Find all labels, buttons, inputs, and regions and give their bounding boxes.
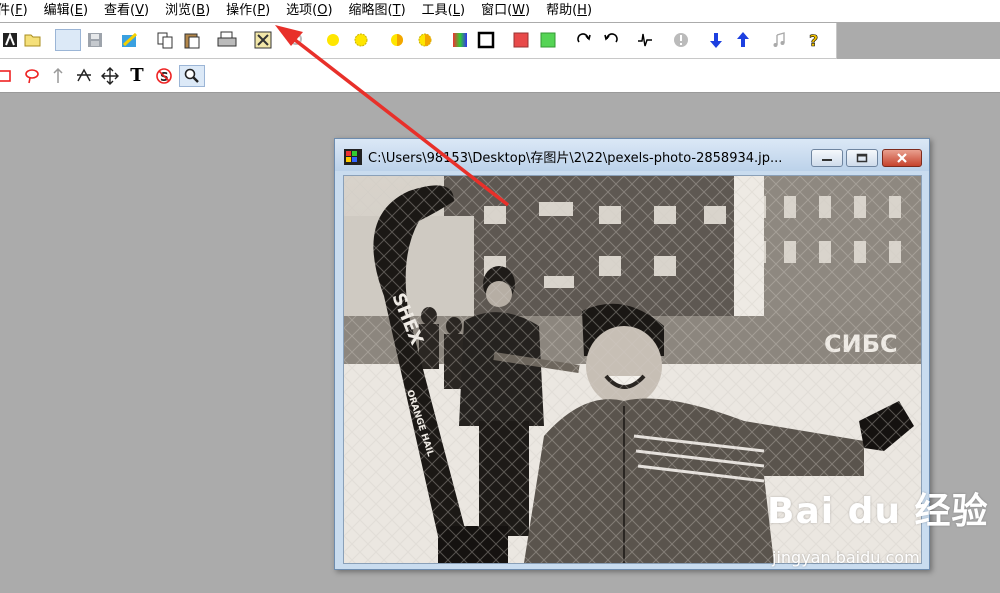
close-button[interactable] <box>882 149 922 167</box>
menu-item-8[interactable]: 窗口(W) <box>472 0 537 22</box>
menu-item-4[interactable]: 操作(P) <box>217 0 277 22</box>
arrow-down-icon[interactable] <box>705 29 727 51</box>
menu-item-5[interactable]: 选项(O) <box>277 0 339 22</box>
watermark-url: jingyan.baidu.com <box>772 548 920 567</box>
edit-image-icon[interactable] <box>119 29 141 51</box>
stamp-icon[interactable]: S <box>153 65 175 87</box>
restore-icon <box>856 153 868 163</box>
star-crop-icon[interactable] <box>73 65 95 87</box>
border-icon[interactable] <box>475 29 497 51</box>
contrast-down-icon[interactable] <box>414 29 436 51</box>
save-icon[interactable] <box>84 29 106 51</box>
minimize-icon <box>822 159 832 161</box>
contrast-up-icon[interactable] <box>386 29 408 51</box>
color-balance-icon[interactable] <box>449 29 471 51</box>
menu-item-0[interactable]: 件(F) <box>0 0 35 22</box>
menu-item-7[interactable]: 工具(L) <box>413 0 472 22</box>
info-icon[interactable] <box>670 29 692 51</box>
red-fill-icon[interactable] <box>510 29 532 51</box>
menu-item-3[interactable]: 浏览(B) <box>156 0 217 22</box>
magnifier-icon[interactable] <box>179 65 205 87</box>
image-window-titlebar[interactable]: C:\Users\98153\Desktop\存图片\2\22\pexels-p… <box>335 139 929 171</box>
watermark-logo: Bai du 经验 <box>767 491 989 532</box>
green-fill-icon[interactable] <box>537 29 559 51</box>
zoom-icon[interactable] <box>286 29 308 51</box>
menu-bar: 件(F) 编辑(E) 查看(V) 浏览(B) 操作(P) 选项(O) 缩略图(T) 工具(L)… <box>0 0 1000 22</box>
menu-item-1[interactable]: 编辑(E) <box>35 0 95 22</box>
fit-window-icon[interactable] <box>252 29 274 51</box>
arrow-up-icon[interactable] <box>732 29 754 51</box>
svg-text:?: ? <box>809 31 818 49</box>
print-icon[interactable] <box>216 29 238 51</box>
paste-icon[interactable] <box>181 29 203 51</box>
watermark: Bai du 经验 jingyan.baidu.com <box>767 482 997 577</box>
help-icon[interactable]: ? <box>803 29 825 51</box>
lasso-icon[interactable] <box>21 65 43 87</box>
menu-item-6[interactable]: 缩略图(T) <box>340 0 413 22</box>
open-folder-icon[interactable] <box>22 29 44 51</box>
tool-toolbar: T S <box>0 59 1000 93</box>
move-icon[interactable] <box>99 65 121 87</box>
app-icon <box>344 149 362 165</box>
copy-icon[interactable] <box>154 29 176 51</box>
rotate-right-icon[interactable] <box>573 29 595 51</box>
rotate-left-icon[interactable] <box>600 29 622 51</box>
menu-item-9[interactable]: 帮助(H) <box>537 0 599 22</box>
maximize-button[interactable] <box>846 149 878 167</box>
minimize-button[interactable] <box>811 149 843 167</box>
main-toolbar: ? <box>0 23 837 59</box>
menu-item-2[interactable]: 查看(V) <box>95 0 156 22</box>
pointer-arrow-icon[interactable] <box>47 65 69 87</box>
acdsee-icon[interactable] <box>0 29 22 51</box>
text-tool-icon[interactable]: T <box>126 65 148 87</box>
rectangle-select-icon[interactable] <box>0 65 16 87</box>
close-icon <box>897 153 907 163</box>
brightness-down-icon[interactable] <box>350 29 372 51</box>
blank-icon[interactable] <box>55 29 81 51</box>
music-icon[interactable] <box>768 29 790 51</box>
image-window-title: C:\Users\98153\Desktop\存图片\2\22\pexels-p… <box>368 151 783 166</box>
brightness-up-icon[interactable] <box>322 29 344 51</box>
histogram-icon[interactable] <box>634 29 656 51</box>
